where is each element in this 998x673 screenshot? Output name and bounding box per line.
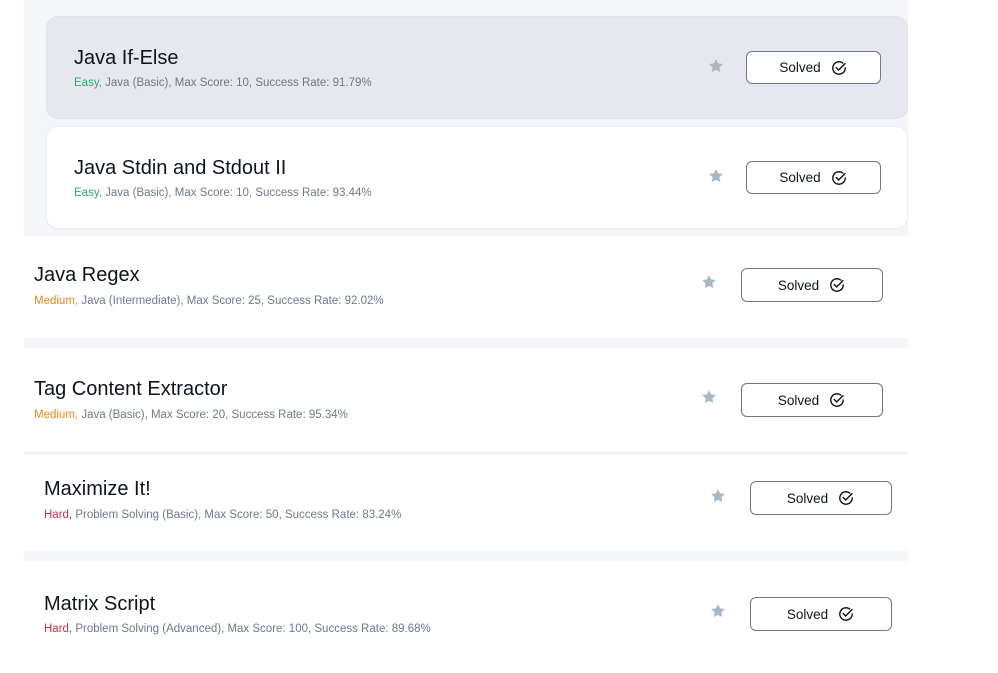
challenge-title[interactable]: Java Regex: [34, 263, 140, 287]
challenge-card[interactable]: Java Stdin and Stdout II Easy, Java (Bas…: [46, 126, 908, 229]
solved-button-label: Solved: [786, 490, 829, 506]
check-circle-icon: [839, 491, 854, 505]
solved-button-label: Solved: [779, 170, 821, 185]
challenge-details: Problem Solving (Advanced), Max Score: 1…: [75, 623, 431, 635]
star-icon[interactable]: [700, 273, 718, 291]
difficulty-label: Easy,: [74, 187, 102, 199]
star-icon[interactable]: [707, 57, 725, 75]
solved-button[interactable]: Solved: [746, 51, 881, 84]
challenge-card[interactable]: Java Regex Medium, Java (Intermediate), …: [24, 236, 908, 338]
challenge-card[interactable]: Tag Content Extractor Medium, Java (Basi…: [24, 348, 908, 452]
solved-button-label: Solved: [777, 277, 820, 293]
challenge-card[interactable]: Matrix Script Hard, Problem Solving (Adv…: [24, 561, 908, 673]
challenge-card[interactable]: Maximize It! Hard, Problem Solving (Basi…: [24, 455, 908, 551]
challenge-list-page: Java If-Else Easy, Java (Basic), Max Sco…: [0, 0, 998, 673]
check-circle-icon: [830, 393, 845, 407]
challenge-card[interactable]: Java If-Else Easy, Java (Basic), Max Sco…: [46, 16, 908, 119]
divider: [24, 452, 908, 453]
difficulty-label: Easy,: [74, 77, 102, 89]
difficulty-label: Hard,: [44, 623, 73, 635]
star-icon[interactable]: [700, 388, 718, 406]
challenge-title[interactable]: Matrix Script: [44, 592, 155, 616]
star-icon[interactable]: [709, 487, 727, 505]
challenge-details: Problem Solving (Basic), Max Score: 50, …: [75, 509, 402, 521]
solved-button-label: Solved: [779, 60, 821, 75]
difficulty-label: Medium,: [34, 409, 79, 421]
difficulty-label: Hard,: [44, 509, 73, 521]
challenge-title[interactable]: Tag Content Extractor: [34, 377, 227, 401]
star-icon[interactable]: [709, 602, 727, 620]
solved-button-label: Solved: [777, 392, 820, 408]
challenge-meta: Easy, Java (Basic), Max Score: 10, Succe…: [74, 186, 372, 200]
solved-button-label: Solved: [786, 606, 829, 622]
difficulty-label: Medium,: [34, 295, 79, 307]
challenge-details: Java (Intermediate), Max Score: 25, Succ…: [81, 295, 384, 307]
challenge-meta: Hard, Problem Solving (Basic), Max Score…: [44, 508, 401, 522]
check-circle-icon: [831, 60, 846, 75]
solved-button[interactable]: Solved: [750, 481, 892, 515]
challenge-meta: Easy, Java (Basic), Max Score: 10, Succe…: [74, 76, 372, 90]
solved-button[interactable]: Solved: [741, 383, 883, 417]
challenge-title[interactable]: Maximize It!: [44, 477, 151, 501]
challenge-details: Java (Basic), Max Score: 10, Success Rat…: [105, 187, 372, 199]
challenge-meta: Hard, Problem Solving (Advanced), Max Sc…: [44, 622, 431, 636]
challenge-meta: Medium, Java (Intermediate), Max Score: …: [34, 294, 384, 308]
check-circle-icon: [839, 607, 854, 621]
challenge-details: Java (Basic), Max Score: 20, Success Rat…: [81, 409, 348, 421]
solved-button[interactable]: Solved: [741, 268, 883, 302]
challenge-meta: Medium, Java (Basic), Max Score: 20, Suc…: [34, 408, 348, 422]
challenge-title[interactable]: Java Stdin and Stdout II: [74, 156, 286, 180]
star-icon[interactable]: [707, 167, 725, 185]
check-circle-icon: [831, 170, 846, 185]
check-circle-icon: [830, 278, 845, 292]
solved-button[interactable]: Solved: [750, 597, 892, 631]
challenge-details: Java (Basic), Max Score: 10, Success Rat…: [105, 77, 372, 89]
solved-button[interactable]: Solved: [746, 161, 881, 194]
challenge-title[interactable]: Java If-Else: [74, 46, 178, 70]
